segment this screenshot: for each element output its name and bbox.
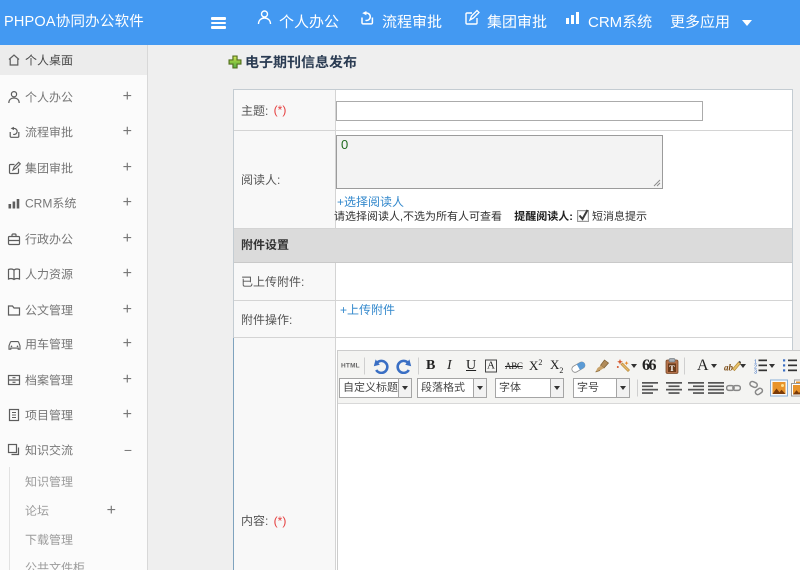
svg-text:ab: ab <box>724 362 734 372</box>
svg-text:T: T <box>669 362 675 372</box>
svg-text:3: 3 <box>754 369 757 373</box>
